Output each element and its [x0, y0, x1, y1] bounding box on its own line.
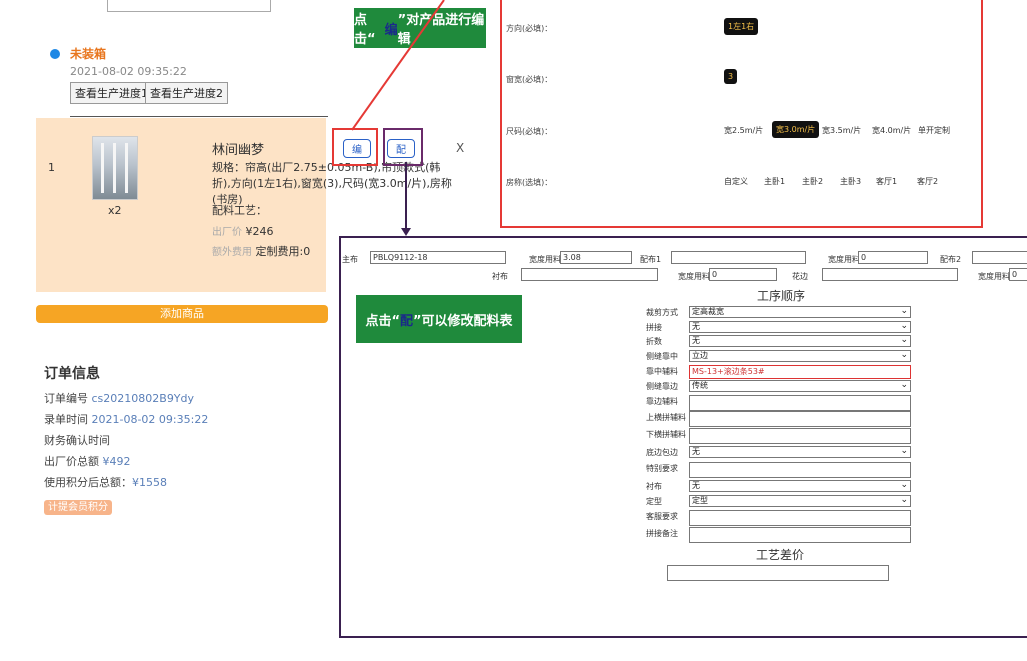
process-row-label: 上横拼辅料	[646, 413, 686, 422]
width-usage-input-2[interactable]: 0	[858, 251, 928, 264]
edit-option[interactable]: 客厅2	[917, 176, 938, 187]
width-usage-input-4[interactable]: 0	[1009, 268, 1027, 281]
chevron-down-icon: ⌄	[900, 480, 908, 490]
process-input[interactable]: MS-13+滚边条53#	[689, 365, 911, 379]
edit-option[interactable]: 主卧1	[764, 176, 785, 187]
edit-option[interactable]: 客厅1	[876, 176, 897, 187]
main-fabric-label: 主布	[342, 255, 358, 264]
process-row-label: 侧缝靠中	[646, 352, 678, 361]
width-usage-label-2: 宽度用料	[828, 255, 860, 264]
lace-label: 花边	[792, 272, 808, 281]
chevron-down-icon: ⌄	[900, 495, 908, 505]
edit-row-label: 窗宽(必填)：	[506, 75, 553, 84]
edit-option[interactable]: 单开定制	[918, 125, 950, 136]
lining-input[interactable]	[521, 268, 658, 281]
edit-option[interactable]: 主卧2	[802, 176, 823, 187]
process-row-label: 靠边辅料	[646, 397, 678, 406]
fabric-2-input[interactable]	[972, 251, 1027, 264]
match-callout-pre: 点击“	[365, 313, 400, 329]
process-row-label: 特别要求	[646, 464, 678, 473]
process-row-label: 下横拼辅料	[646, 430, 686, 439]
chevron-down-icon: ⌄	[900, 321, 908, 331]
edit-option[interactable]: 主卧3	[840, 176, 861, 187]
process-select-value: 传统	[692, 381, 708, 390]
process-select-value: 无	[692, 447, 700, 456]
edit-option[interactable]: 3	[724, 69, 738, 84]
process-row-label: 衬布	[646, 482, 662, 491]
process-select[interactable]: 立边 ⌄	[689, 350, 911, 362]
process-select[interactable]: 无 ⌄	[689, 446, 911, 458]
edit-row-label: 尺码(必填)：	[506, 127, 553, 136]
process-input[interactable]	[689, 395, 911, 411]
process-diff-title: 工艺差价	[756, 548, 805, 562]
fabric-1-input[interactable]	[671, 251, 806, 264]
process-select[interactable]: 无 ⌄	[689, 480, 911, 492]
process-row-label: 侧缝靠边	[646, 382, 678, 391]
process-title: 工序顺序	[757, 289, 806, 303]
edit-option[interactable]: 宽4.0m/片	[872, 125, 911, 136]
edit-row-label: 方向(必填)：	[506, 24, 553, 33]
process-input[interactable]	[689, 527, 911, 543]
edit-option[interactable]: 宽3.0m/片	[772, 121, 820, 138]
match-callout: 点击“ 配 ”可以修改配料表	[356, 295, 522, 343]
width-usage-label-4: 宽度用料	[978, 272, 1010, 281]
process-input[interactable]	[689, 411, 911, 427]
process-row-label: 客服要求	[646, 512, 678, 521]
process-input[interactable]	[689, 428, 911, 444]
process-select-value: 定型	[692, 496, 708, 505]
width-usage-input-1[interactable]: 3.08	[560, 251, 632, 264]
chevron-down-icon: ⌄	[900, 306, 908, 316]
process-select[interactable]: 无 ⌄	[689, 321, 911, 333]
process-select-value: 立边	[692, 351, 708, 360]
chevron-down-icon: ⌄	[900, 380, 908, 390]
process-select-value: 定高裁宽	[692, 307, 724, 316]
main-fabric-input[interactable]: PBLQ9112-18	[370, 251, 506, 264]
edit-option[interactable]: 宽2.5m/片	[724, 125, 763, 136]
process-select[interactable]: 定型 ⌄	[689, 495, 911, 507]
edit-option[interactable]: 自定义	[724, 176, 748, 187]
process-row-label: 靠中辅料	[646, 367, 678, 376]
process-input[interactable]	[689, 510, 911, 526]
process-input[interactable]	[689, 462, 911, 478]
lace-input[interactable]	[822, 268, 958, 281]
process-diff-input[interactable]	[667, 565, 889, 581]
edit-option[interactable]: 1左1右	[724, 18, 759, 35]
process-select-value: 无	[692, 336, 700, 345]
process-row-label: 折数	[646, 337, 662, 346]
process-select[interactable]: 定高裁宽 ⌄	[689, 306, 911, 318]
process-row-label: 定型	[646, 497, 662, 506]
fabric-1-label: 配布1	[640, 255, 662, 264]
match-callout-hl: 配	[399, 313, 413, 329]
match-callout-post: ”可以修改配料表	[413, 313, 513, 329]
process-row-label: 底边包边	[646, 448, 678, 457]
process-row-label: 裁剪方式	[646, 308, 678, 317]
edit-option[interactable]: 宽3.5m/片	[822, 125, 861, 136]
process-row-label: 拼接备注	[646, 529, 678, 538]
chevron-down-icon: ⌄	[900, 446, 908, 456]
lining-label: 衬布	[492, 272, 508, 281]
process-row-label: 拼接	[646, 323, 662, 332]
chevron-down-icon: ⌄	[900, 335, 908, 345]
process-select-value: 无	[692, 322, 700, 331]
process-select-value: 无	[692, 481, 700, 490]
fabric-2-label: 配布2	[940, 255, 962, 264]
width-usage-input-3[interactable]: 0	[709, 268, 777, 281]
width-usage-label-1: 宽度用料	[529, 255, 561, 264]
process-select[interactable]: 传统 ⌄	[689, 380, 911, 392]
chevron-down-icon: ⌄	[900, 350, 908, 360]
process-select[interactable]: 无 ⌄	[689, 335, 911, 347]
width-usage-label-3: 宽度用料	[678, 272, 710, 281]
edit-row-label: 房称(选填)：	[506, 178, 553, 187]
